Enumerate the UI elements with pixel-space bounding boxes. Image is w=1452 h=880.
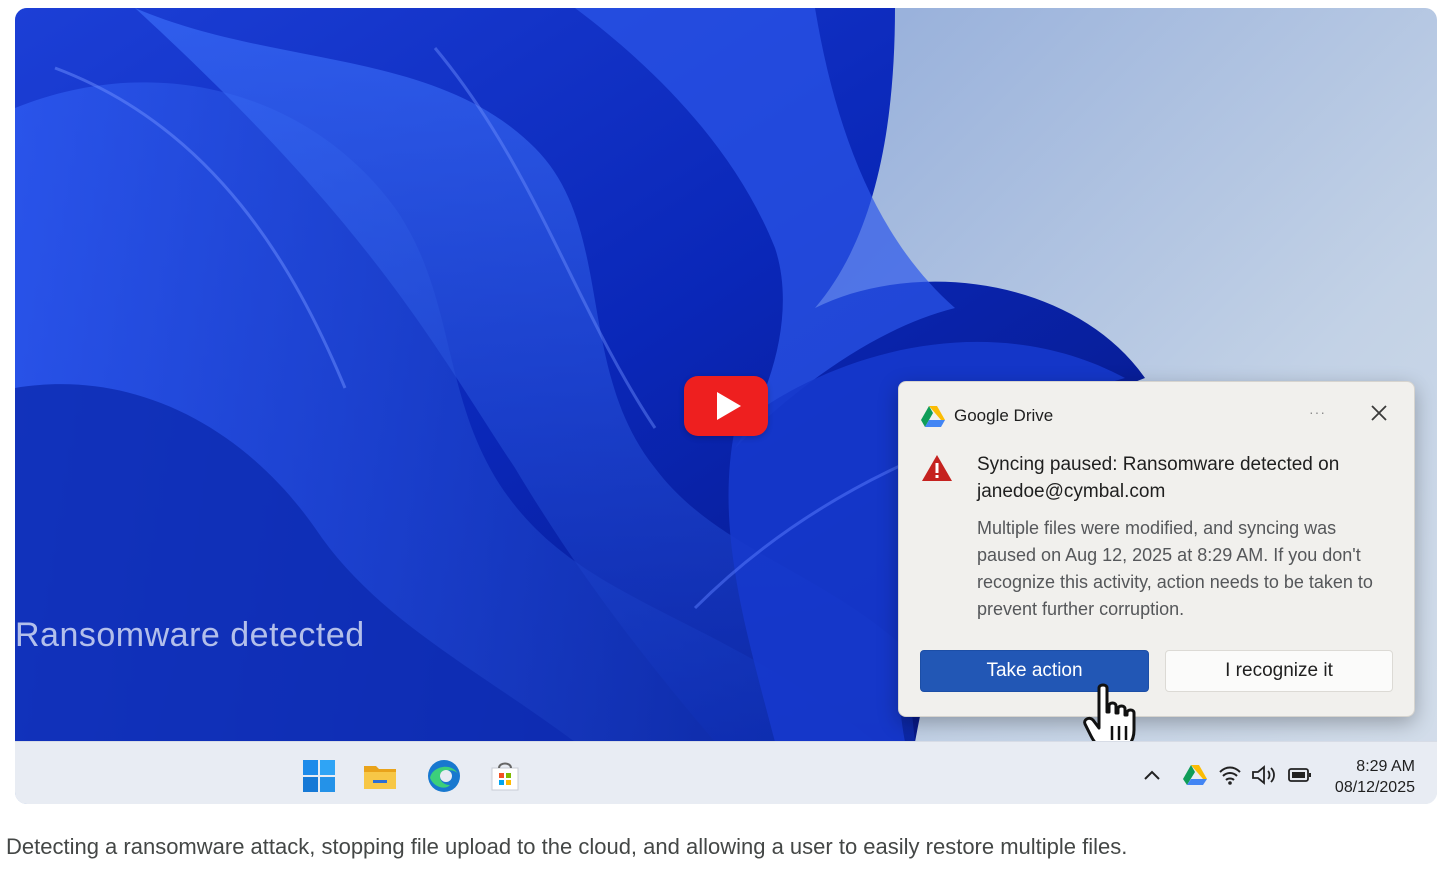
- video-player[interactable]: Ransomware detected Google Drive ··· Syn…: [15, 8, 1437, 804]
- chevron-up-icon[interactable]: [1142, 764, 1162, 786]
- volume-icon[interactable]: [1251, 764, 1277, 786]
- battery-icon[interactable]: [1287, 764, 1313, 786]
- warning-icon: [922, 455, 952, 481]
- more-options-icon[interactable]: ···: [1309, 404, 1326, 420]
- google-drive-icon: [921, 405, 945, 427]
- clock-date: 08/12/2025: [1334, 779, 1415, 796]
- video-caption: Detecting a ransomware attack, stopping …: [6, 834, 1128, 859]
- recognize-it-button[interactable]: I recognize it: [1165, 650, 1393, 692]
- video-overlay-caption: Ransomware detected: [15, 616, 365, 654]
- youtube-play-icon: [716, 392, 741, 420]
- toast-title: Syncing paused: Ransomware detected on j…: [977, 454, 1340, 502]
- play-button[interactable]: [684, 376, 768, 436]
- taskbar-clock[interactable]: 8:29 AM 08/12/2025: [1335, 756, 1415, 798]
- file-explorer-icon[interactable]: [362, 758, 398, 794]
- wifi-icon[interactable]: [1218, 764, 1242, 786]
- clock-time: 8:29 AM: [1356, 758, 1415, 775]
- windows-start-icon[interactable]: [301, 758, 337, 794]
- toast-header: Google Drive: [921, 404, 1053, 428]
- drive-notification-toast: Google Drive ··· Syncing paused: Ransomw…: [898, 381, 1415, 717]
- toast-body: Multiple files were modified, and syncin…: [977, 518, 1373, 619]
- close-icon[interactable]: [1370, 404, 1388, 422]
- app-name: Google Drive: [954, 406, 1054, 425]
- microsoft-store-icon[interactable]: [487, 758, 523, 794]
- edge-browser-icon[interactable]: [426, 758, 462, 794]
- windows-taskbar: 8:29 AM 08/12/2025: [15, 741, 1437, 804]
- google-drive-icon[interactable]: [1183, 764, 1207, 786]
